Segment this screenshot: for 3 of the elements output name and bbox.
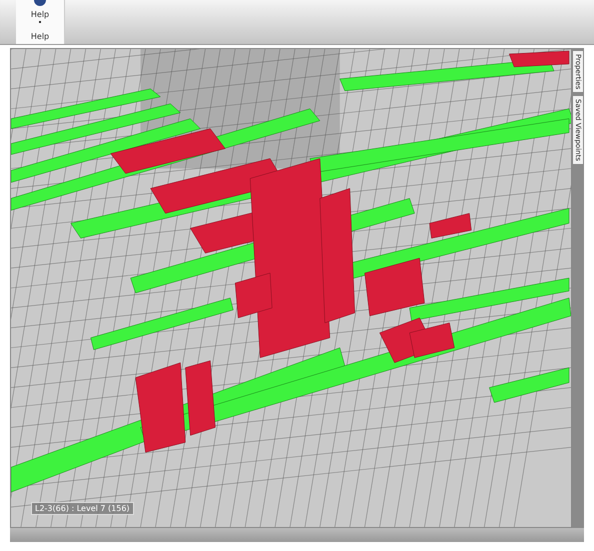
- location-label: L2-3(66) : Level 7 (156): [31, 502, 134, 515]
- group-label: Help: [30, 32, 50, 41]
- help-button[interactable]: Help: [30, 0, 50, 30]
